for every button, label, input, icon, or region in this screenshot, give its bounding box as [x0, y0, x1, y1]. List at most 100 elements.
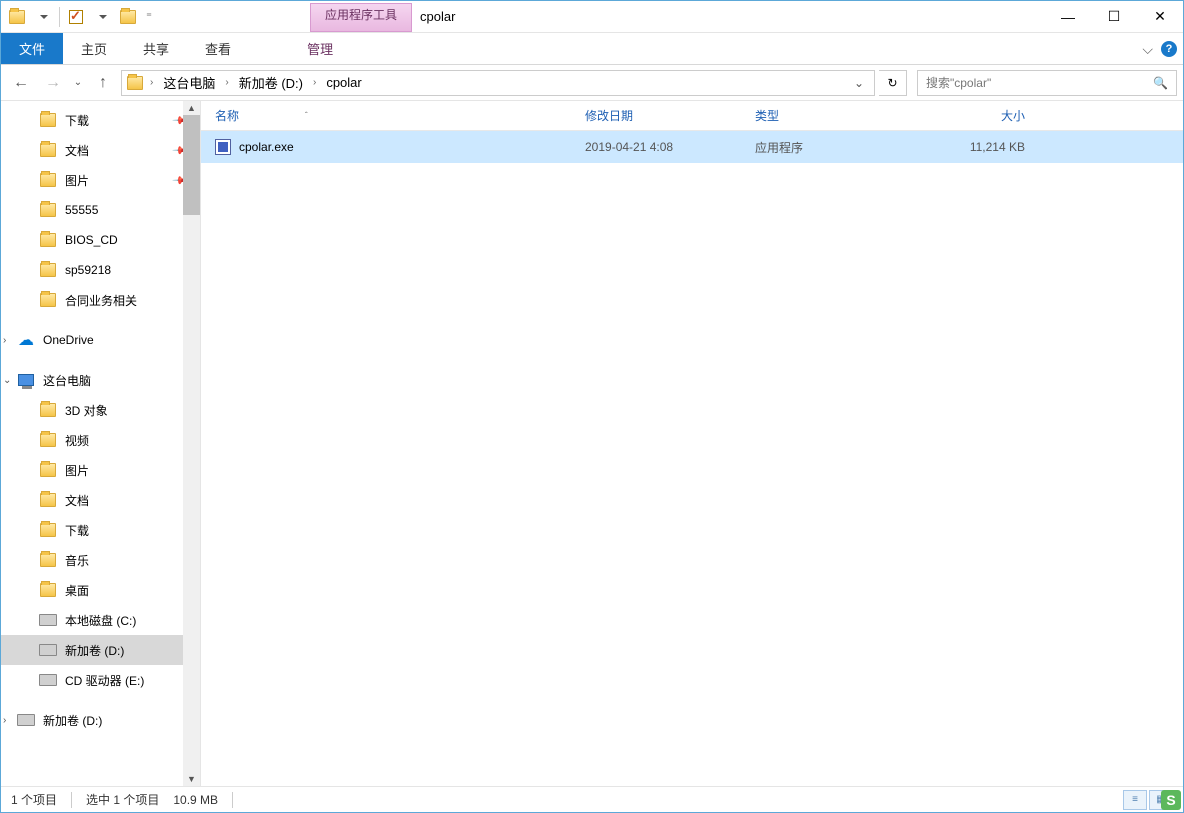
- folder-icon: [126, 74, 144, 92]
- sidebar-item-label: 视频: [65, 432, 89, 449]
- title-bar: ⁼ 应用程序工具 cpolar — ☐ ✕: [1, 1, 1183, 33]
- breadcrumb-item[interactable]: 新加卷 (D:): [235, 73, 307, 92]
- sidebar-item-onedrive[interactable]: ›☁OneDrive: [1, 325, 200, 355]
- maximize-button[interactable]: ☐: [1091, 2, 1137, 32]
- view-details-button[interactable]: ≡: [1123, 790, 1147, 810]
- recent-dropdown[interactable]: ⌄: [71, 69, 85, 97]
- scroll-down-icon[interactable]: ▼: [183, 772, 200, 786]
- column-name[interactable]: 名称ˆ: [215, 107, 585, 124]
- properties-icon[interactable]: [64, 5, 88, 29]
- navigation-pane: 下载📌文档📌图片📌 55555 BIOS_CD sp59218 合同业务相关 ›☁OneD…: [1, 101, 201, 786]
- column-size[interactable]: 大小: [925, 107, 1045, 124]
- sidebar-item[interactable]: BIOS_CD: [1, 225, 200, 255]
- ribbon-collapse-icon[interactable]: ⌵: [1142, 41, 1153, 58]
- sidebar-item[interactable]: 本地磁盘 (C:): [1, 605, 200, 635]
- search-icon[interactable]: 🔍: [1153, 76, 1168, 90]
- sidebar-item-label: 下载: [65, 112, 89, 129]
- sidebar-item-label: 合同业务相关: [65, 292, 137, 309]
- sidebar-item[interactable]: 图片📌: [1, 165, 200, 195]
- breadcrumb-item[interactable]: 这台电脑: [159, 73, 219, 92]
- refresh-button[interactable]: ↻: [879, 70, 907, 96]
- address-dropdown-icon[interactable]: ⌄: [848, 76, 870, 90]
- up-button[interactable]: ↑: [89, 69, 117, 97]
- sidebar-item-label: 图片: [65, 462, 89, 479]
- app-icon: [215, 139, 231, 155]
- qat-overflow[interactable]: ⁼: [142, 5, 156, 29]
- sidebar-item-label: 文档: [65, 142, 89, 159]
- column-headers: 名称ˆ 修改日期 类型 大小: [201, 101, 1183, 131]
- sidebar-item[interactable]: 文档: [1, 485, 200, 515]
- tab-home[interactable]: 主页: [63, 33, 125, 64]
- sidebar-item-label: 文档: [65, 492, 89, 509]
- sidebar-item[interactable]: 3D 对象: [1, 395, 200, 425]
- search-placeholder: 搜索"cpolar": [926, 74, 991, 91]
- help-icon[interactable]: ?: [1161, 41, 1177, 57]
- context-tab-apptools[interactable]: 应用程序工具: [310, 3, 412, 32]
- sidebar-item-label: sp59218: [65, 263, 111, 277]
- file-type: 应用程序: [755, 139, 925, 156]
- scroll-up-icon[interactable]: ▲: [183, 101, 200, 115]
- address-bar[interactable]: › 这台电脑 › 新加卷 (D:) › cpolar ⌄: [121, 70, 875, 96]
- window-title: cpolar: [412, 1, 1045, 32]
- sidebar-item[interactable]: 图片: [1, 455, 200, 485]
- back-button[interactable]: ←: [7, 69, 35, 97]
- sidebar-item-label: CD 驱动器 (E:): [65, 672, 144, 689]
- sort-icon: ˆ: [305, 111, 308, 120]
- sidebar-item[interactable]: 桌面: [1, 575, 200, 605]
- sidebar-item[interactable]: 55555: [1, 195, 200, 225]
- scrollbar-thumb[interactable]: [183, 115, 200, 215]
- tab-view[interactable]: 查看: [187, 33, 249, 64]
- separator: [71, 792, 72, 808]
- qat-dropdown[interactable]: [31, 5, 55, 29]
- status-item-count: 1 个项目: [11, 791, 57, 808]
- separator: [232, 792, 233, 808]
- sidebar-item-label: 图片: [65, 172, 89, 189]
- sidebar-item[interactable]: 新加卷 (D:): [1, 635, 200, 665]
- status-bar: 1 个项目 选中 1 个项目 10.9 MB ≡ ▦: [1, 786, 1183, 812]
- tab-manage[interactable]: 管理: [289, 33, 351, 64]
- sidebar-item[interactable]: sp59218: [1, 255, 200, 285]
- forward-button[interactable]: →: [39, 69, 67, 97]
- sidebar-item[interactable]: 下载: [1, 515, 200, 545]
- expand-icon[interactable]: ›: [3, 335, 13, 346]
- file-date: 2019-04-21 4:08: [585, 140, 755, 154]
- tab-file[interactable]: 文件: [1, 33, 63, 64]
- file-name: cpolar.exe: [239, 140, 294, 154]
- sidebar-item-label: 新加卷 (D:): [65, 642, 124, 659]
- tab-share[interactable]: 共享: [125, 33, 187, 64]
- sidebar-item-label: 3D 对象: [65, 402, 108, 419]
- file-size: 11,214 KB: [925, 140, 1045, 154]
- sidebar-item[interactable]: 合同业务相关: [1, 285, 200, 315]
- chevron-right-icon[interactable]: ›: [146, 77, 157, 88]
- pc-icon: [17, 371, 35, 389]
- ime-indicator-icon[interactable]: S: [1161, 790, 1181, 810]
- close-button[interactable]: ✕: [1137, 2, 1183, 32]
- qat-dropdown-2[interactable]: [90, 5, 114, 29]
- chevron-right-icon[interactable]: ›: [221, 77, 232, 88]
- sidebar-item-thispc[interactable]: ⌄这台电脑: [1, 365, 200, 395]
- scrollbar[interactable]: ▲ ▼: [183, 101, 200, 786]
- sidebar-item[interactable]: 下载📌: [1, 105, 200, 135]
- sidebar-item-label: 本地磁盘 (C:): [65, 612, 136, 629]
- breadcrumb-item[interactable]: cpolar: [322, 75, 365, 90]
- sidebar-item[interactable]: CD 驱动器 (E:): [1, 665, 200, 695]
- search-input[interactable]: 搜索"cpolar" 🔍: [917, 70, 1177, 96]
- sidebar-item-label: 55555: [65, 203, 98, 217]
- sidebar-item[interactable]: 音乐: [1, 545, 200, 575]
- sidebar-item[interactable]: ›新加卷 (D:): [1, 705, 200, 735]
- sidebar-item-label: 下载: [65, 522, 89, 539]
- collapse-icon[interactable]: ⌄: [3, 375, 13, 386]
- status-selected: 选中 1 个项目: [86, 791, 159, 808]
- minimize-button[interactable]: —: [1045, 2, 1091, 32]
- column-date[interactable]: 修改日期: [585, 107, 755, 124]
- sidebar-item[interactable]: 文档📌: [1, 135, 200, 165]
- sidebar-item-label: 桌面: [65, 582, 89, 599]
- expand-icon[interactable]: ›: [3, 715, 13, 726]
- folder-icon[interactable]: [5, 5, 29, 29]
- chevron-right-icon[interactable]: ›: [309, 77, 320, 88]
- folder-icon-2[interactable]: [116, 5, 140, 29]
- separator: [59, 7, 60, 27]
- column-type[interactable]: 类型: [755, 107, 925, 124]
- sidebar-item[interactable]: 视频: [1, 425, 200, 455]
- file-row[interactable]: cpolar.exe 2019-04-21 4:08 应用程序 11,214 K…: [201, 131, 1183, 163]
